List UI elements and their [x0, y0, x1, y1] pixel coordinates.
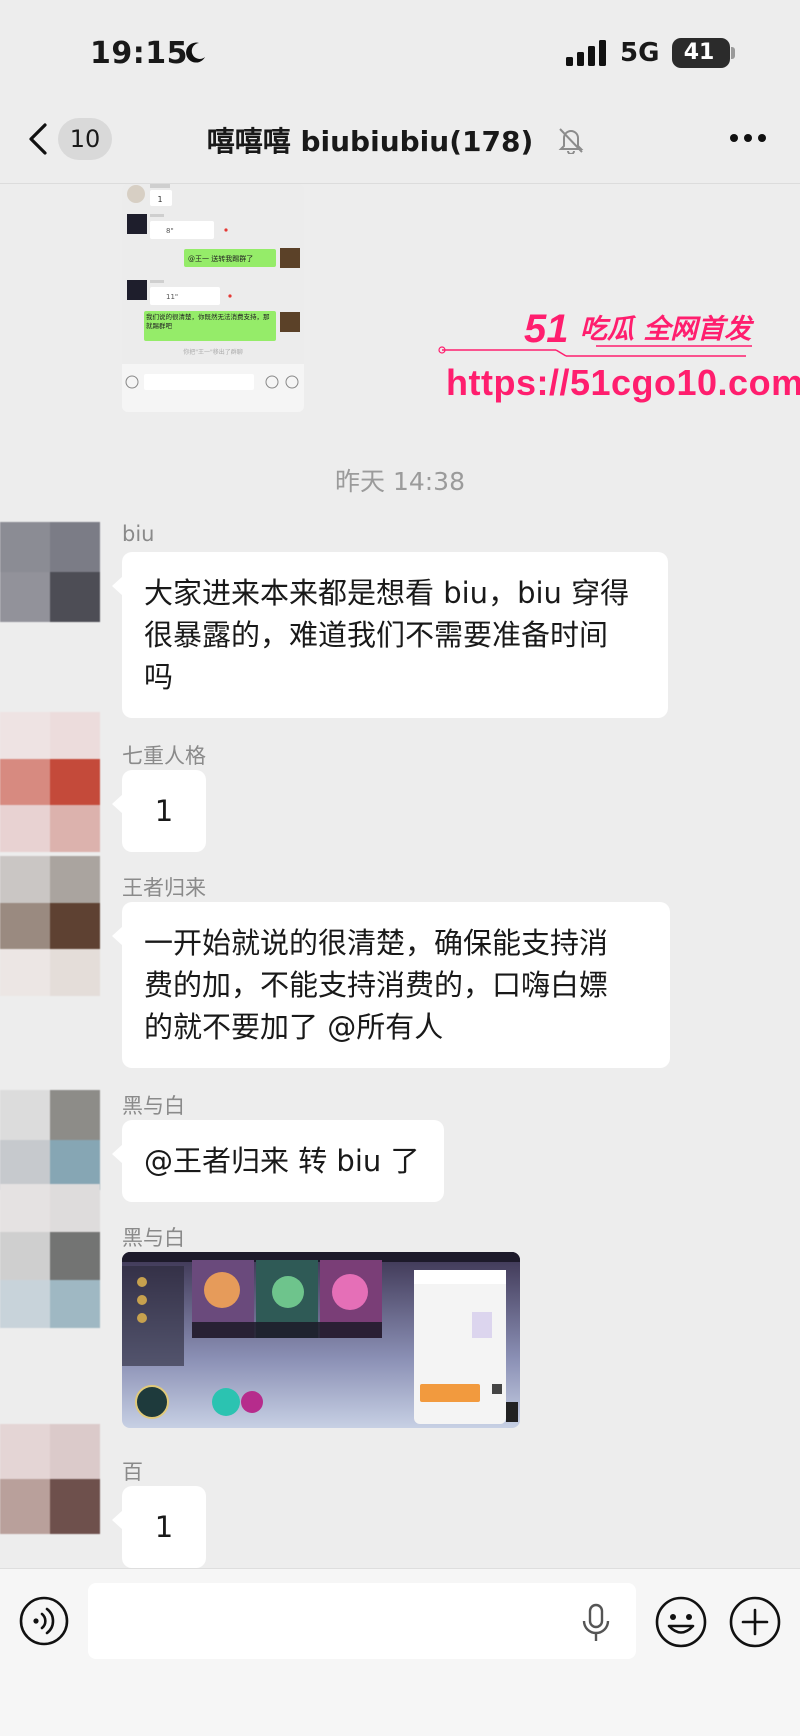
message-bubble[interactable]: 1	[112, 770, 206, 852]
chat-header: 10 嘻嘻嘻 biubiubiu(178)	[0, 96, 800, 184]
sender-name: biu	[122, 522, 155, 546]
message-line: 很暴露的，难道我们不需要准备时间	[144, 618, 609, 652]
voice-icon[interactable]	[18, 1595, 70, 1647]
shared-msg-4: 11"	[166, 293, 178, 301]
avatar[interactable]	[0, 1184, 100, 1328]
mic-icon[interactable]	[578, 1603, 614, 1643]
message-line: 一开始就说的很清楚，确保能支持消	[144, 926, 609, 960]
more-icon[interactable]	[728, 132, 768, 144]
shared-msg-1: 1	[157, 195, 162, 204]
shared-msg-2: 8"	[166, 227, 174, 235]
message-line: 大家进来本来都是想看 biu，biu 穿得	[144, 576, 630, 610]
avatar[interactable]	[0, 856, 100, 996]
shared-screenshot-drawing: 1 8" @王一 送转我踢群了 11" 我们说的很清楚，你既然无法消费支持，那就…	[122, 184, 304, 412]
signal-icon	[566, 40, 606, 66]
message-line: 吗	[144, 660, 174, 694]
shared-screenshot-image[interactable]: 1 8" @王一 送转我踢群了 11" 我们说的很清楚，你既然无法消费支持，那就…	[122, 184, 304, 412]
moon-icon	[186, 42, 205, 63]
network-type: 5G	[620, 38, 660, 68]
shared-msg-6: 你把"王一"移出了群聊	[183, 348, 243, 356]
sender-name: 百	[122, 1460, 143, 1484]
message-bubble[interactable]: 大家进来本来都是想看 biu，biu 穿得 很暴露的，难道我们不需要准备时间 吗	[112, 552, 668, 718]
message-bubble[interactable]: 一开始就说的很清楚，确保能支持消 费的加，不能支持消费的，口嗨白嫖 的就不要加了…	[112, 902, 670, 1068]
message-line: @王者归来 转 biu 了	[144, 1144, 420, 1178]
message-input[interactable]	[88, 1583, 636, 1659]
message-line: 的就不要加了 @所有人	[144, 1010, 444, 1044]
input-bar	[0, 1568, 800, 1736]
chat-title: 嘻嘻嘻 biubiubiu(178)	[206, 125, 534, 158]
message-line: 费的加，不能支持消费的，口嗨白嫖	[144, 968, 609, 1002]
sender-name: 七重人格	[122, 744, 206, 768]
message-bubble[interactable]: @王者归来 转 biu 了	[112, 1120, 444, 1202]
plus-icon[interactable]	[728, 1595, 782, 1649]
battery-tip	[731, 47, 735, 59]
avatar[interactable]	[0, 1424, 100, 1534]
battery-level: 41	[683, 40, 715, 65]
sender-name: 黑与白	[122, 1226, 185, 1250]
mute-icon	[558, 128, 584, 154]
shared-msg-3: @王一 送转我踢群了	[188, 254, 253, 263]
sender-name: 王者归来	[122, 876, 206, 900]
emoji-icon[interactable]	[654, 1595, 708, 1649]
message-line: 1	[154, 1510, 174, 1544]
avatar[interactable]	[0, 522, 100, 622]
avatar[interactable]	[0, 1090, 100, 1190]
watermark-brand-text: 吃瓜 全网首发	[580, 314, 754, 345]
battery-indicator: 41	[672, 38, 730, 68]
back-icon[interactable]	[26, 122, 50, 156]
watermark-circuit-lines	[438, 345, 752, 357]
image-message[interactable]	[122, 1252, 520, 1428]
game-screenshot-image	[122, 1252, 520, 1428]
message-line: 1	[154, 794, 174, 828]
unread-count-badge[interactable]: 10	[58, 118, 112, 160]
avatar[interactable]	[0, 712, 100, 852]
shared-msg-5: 我们说的很清楚，你既然无法消费支持，那就踢群吧	[146, 313, 270, 330]
watermark-url: https://51cgo10.com	[446, 362, 800, 403]
status-time: 19:15	[90, 36, 188, 71]
sender-name: 黑与白	[122, 1094, 185, 1118]
chat-timestamp: 昨天 14:38	[335, 467, 465, 496]
message-bubble[interactable]: 1	[112, 1486, 206, 1568]
